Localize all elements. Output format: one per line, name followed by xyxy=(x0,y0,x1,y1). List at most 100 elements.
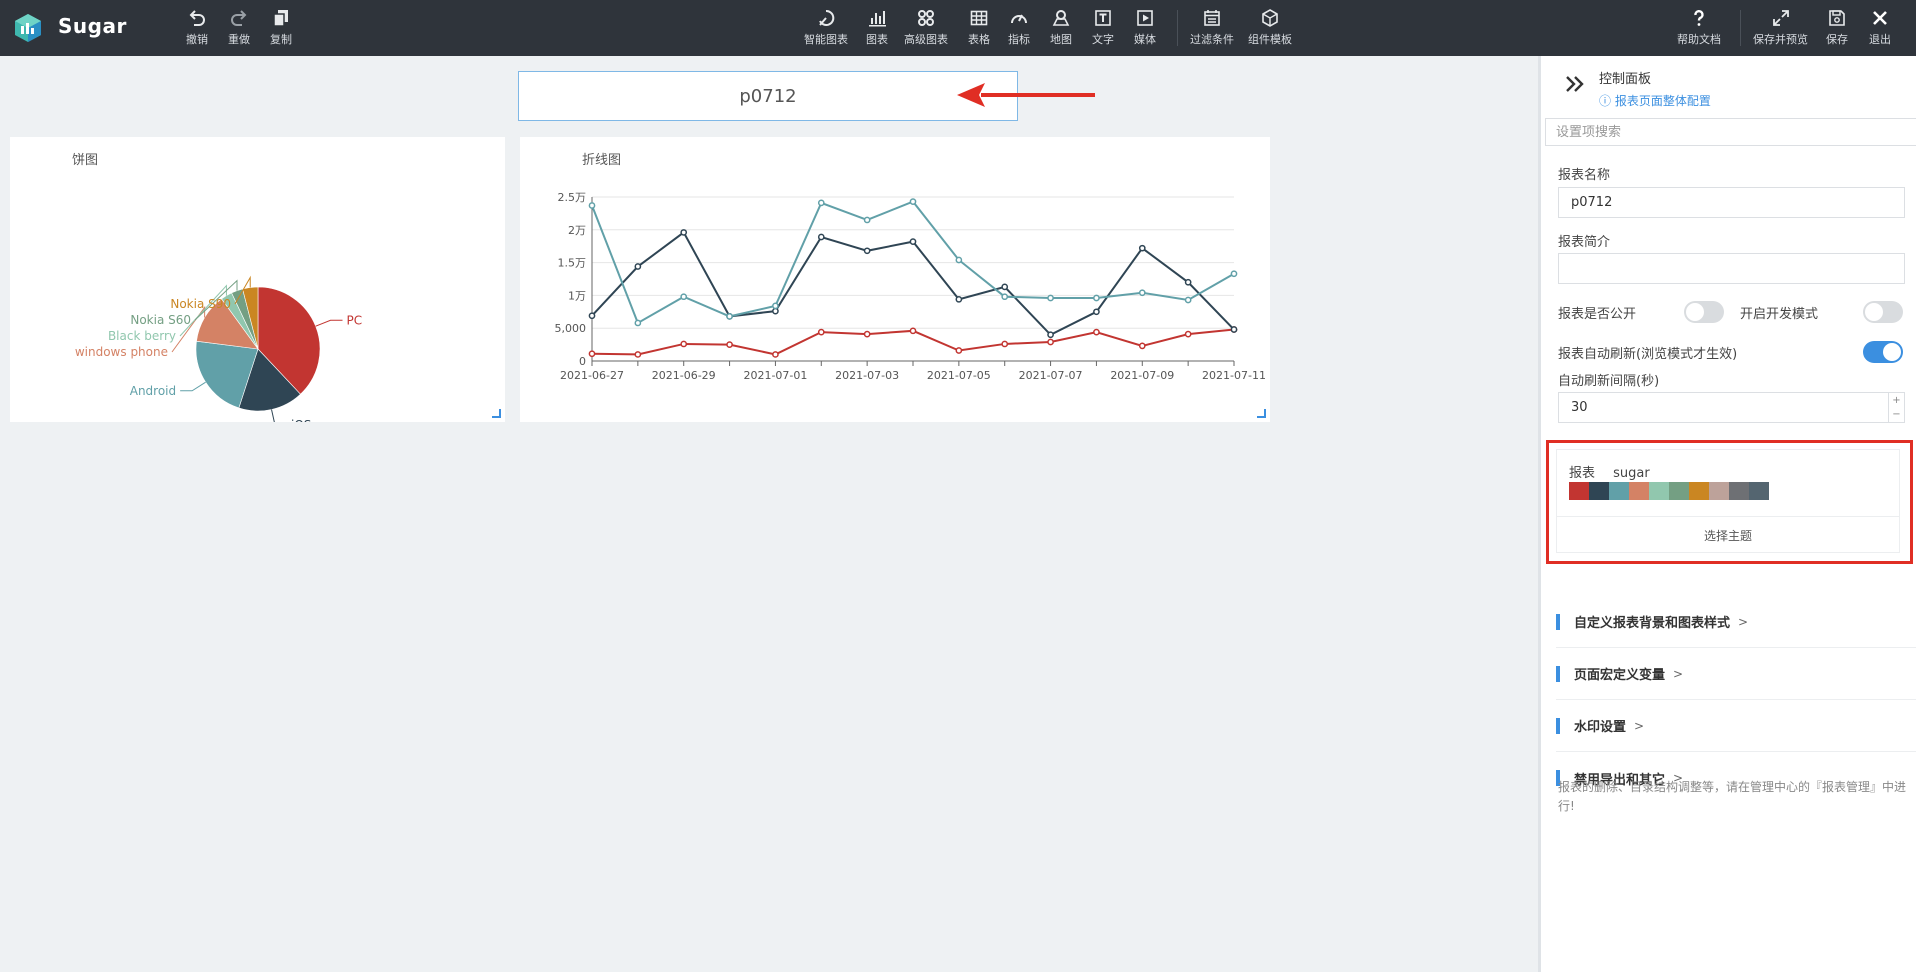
series-1-point-0 xyxy=(588,312,596,320)
report-name-value: p0712 xyxy=(1571,195,1613,210)
select-theme-label: 选择主题 xyxy=(1703,528,1752,543)
table-label: 表格 xyxy=(968,33,990,46)
section-macro-variables[interactable]: 页面宏定义变量 > xyxy=(1556,648,1916,700)
y-tick-label-5: 2.5万 xyxy=(558,191,587,204)
section-marker xyxy=(1556,717,1560,734)
series-1-point-13 xyxy=(1184,278,1192,286)
report-canvas: p0712 饼图 PCiOSAndroidwindows phoneBlack … xyxy=(0,56,1538,972)
y-tick-label-0: 0 xyxy=(579,355,586,368)
series-0-point-9 xyxy=(1001,340,1009,348)
dev-mode-toggle[interactable] xyxy=(1863,301,1903,323)
smart-chart-label: 智能图表 xyxy=(804,33,848,46)
theme-swatch-4 xyxy=(1649,482,1669,500)
table-button[interactable]: 表格 xyxy=(968,8,990,50)
copy-icon xyxy=(273,10,288,27)
dev-mode-label: 开启开发模式 xyxy=(1740,307,1819,322)
advanced-chart-button[interactable]: 高级图表 xyxy=(904,8,948,50)
map-pin-icon xyxy=(1052,10,1070,26)
series-1-point-4 xyxy=(772,307,779,315)
stepper-up-button[interactable]: + xyxy=(1889,393,1904,408)
refresh-interval-input[interactable]: 30 + − xyxy=(1558,392,1905,423)
section-custom-background[interactable]: 自定义报表背景和图表样式 > xyxy=(1556,596,1916,648)
template-icon xyxy=(1262,9,1278,27)
double-chevron-right-icon[interactable] xyxy=(1563,72,1587,96)
close-icon xyxy=(1873,11,1887,25)
page-config-link[interactable]: ⓘ 报表页面整体配置 xyxy=(1599,92,1711,109)
report-title-box[interactable]: p0712 xyxy=(518,71,1018,121)
help-button[interactable]: 帮助文档 xyxy=(1677,8,1721,50)
save-preview-button[interactable]: 保存并预览 xyxy=(1753,8,1808,50)
resize-handle[interactable] xyxy=(492,409,501,418)
control-panel: 控制面板 ⓘ 报表页面整体配置 报表名称 p0712 报表简介 报表是否公开 开… xyxy=(1538,56,1916,972)
pie-label-4: Black berry xyxy=(108,329,176,343)
refresh-interval-value: 30 xyxy=(1571,400,1588,415)
series-0-point-5 xyxy=(817,328,825,336)
series-0-point-12 xyxy=(1138,342,1146,350)
theme-swatches xyxy=(1569,482,1769,500)
select-theme-button[interactable]: 选择主题 xyxy=(1557,516,1899,553)
annotation-arrow-icon xyxy=(957,83,1095,107)
x-tick-label-3: 2021-07-03 xyxy=(835,369,899,382)
series-0-point-6 xyxy=(863,330,871,338)
exit-button[interactable]: 退出 xyxy=(1869,8,1891,50)
bar-chart-icon xyxy=(869,11,886,27)
settings-search-input[interactable] xyxy=(1546,119,1916,145)
save-button[interactable]: 保存 xyxy=(1826,8,1848,50)
text-icon xyxy=(1095,10,1111,26)
settings-search xyxy=(1545,118,1916,146)
public-toggle[interactable] xyxy=(1684,301,1724,323)
undo-icon xyxy=(189,10,205,26)
chart-button[interactable]: 图表 xyxy=(866,8,888,50)
series-0-point-1 xyxy=(634,351,642,358)
series-0-point-11 xyxy=(1093,328,1100,336)
smart-chart-button[interactable]: 智能图表 xyxy=(804,8,848,50)
smart-chart-icon xyxy=(819,9,835,26)
series-0-point-7 xyxy=(909,327,917,335)
template-button[interactable]: 组件模板 xyxy=(1248,8,1292,50)
series-line-1 xyxy=(591,230,1235,336)
pie-chart-card[interactable]: 饼图 PCiOSAndroidwindows phoneBlack berryN… xyxy=(10,137,505,422)
filter-label: 过滤条件 xyxy=(1190,33,1234,46)
interval-stepper: + − xyxy=(1888,393,1904,422)
line-chart-card[interactable]: 折线图 0 5,000 1万 1.5万 2万 2.5万 2021-06-27 2021-06-… xyxy=(520,137,1270,422)
stepper-down-button[interactable]: − xyxy=(1889,408,1904,423)
redo-icon xyxy=(231,10,247,26)
media-button[interactable]: 媒体 xyxy=(1134,8,1156,50)
toolbar-divider xyxy=(1177,10,1178,46)
text-button[interactable]: 文字 xyxy=(1092,8,1114,50)
redo-button[interactable]: 重做 xyxy=(228,8,250,50)
save-label: 保存 xyxy=(1826,33,1848,46)
toggle-knob xyxy=(1686,303,1704,321)
chevron-right-icon: > xyxy=(1673,666,1684,681)
report-name-input[interactable]: p0712 xyxy=(1558,187,1905,218)
report-name-label: 报表名称 xyxy=(1558,168,1611,183)
theme-value: sugar xyxy=(1613,466,1650,481)
section-label: 页面宏定义变量 xyxy=(1574,668,1666,683)
auto-refresh-toggle[interactable] xyxy=(1863,341,1903,363)
metric-button[interactable]: 指标 xyxy=(1008,8,1030,50)
pie-label-6: Nokia S90 xyxy=(170,297,231,311)
copy-button[interactable]: 复制 xyxy=(270,8,292,50)
filter-button[interactable]: 过滤条件 xyxy=(1190,8,1234,50)
copy-label: 复制 xyxy=(270,33,292,46)
pie-label-line-0 xyxy=(315,319,343,327)
undo-button[interactable]: 撤销 xyxy=(186,8,208,50)
refresh-interval-label: 自动刷新间隔(秒) xyxy=(1558,374,1660,389)
y-tick-label-3: 1.5万 xyxy=(558,257,587,270)
series-2-point-2 xyxy=(680,293,688,301)
report-desc-input[interactable] xyxy=(1558,253,1905,284)
theme-highlight-box: 报表 sugar 选择主题 xyxy=(1546,440,1913,564)
series-1-point-6 xyxy=(863,247,871,255)
x-tick-label-2: 2021-07-01 xyxy=(743,369,807,382)
x-tick-label-5: 2021-07-07 xyxy=(1019,369,1083,382)
redo-label: 重做 xyxy=(228,33,250,46)
map-button[interactable]: 地图 xyxy=(1050,8,1072,50)
series-2-point-0 xyxy=(588,202,596,209)
resize-handle[interactable] xyxy=(1257,409,1266,418)
section-watermark[interactable]: 水印设置 > xyxy=(1556,700,1916,752)
theme-swatch-3 xyxy=(1629,482,1649,500)
chevron-right-icon: > xyxy=(1738,614,1749,629)
x-tick-label-4: 2021-07-05 xyxy=(927,369,991,382)
chart-label: 图表 xyxy=(866,33,888,46)
y-tick-label-2: 1万 xyxy=(568,289,586,302)
